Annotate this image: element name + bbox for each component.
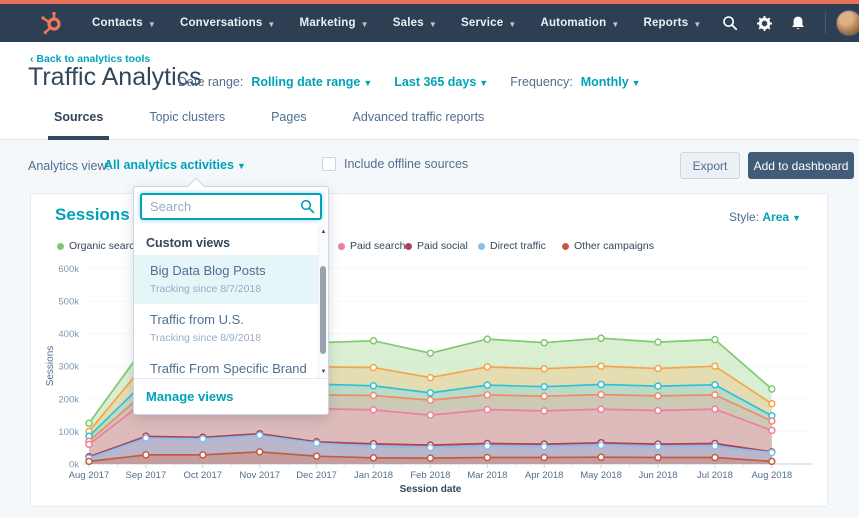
tab-advanced-traffic-reports[interactable]: Advanced traffic reports bbox=[347, 110, 491, 140]
svg-text:Jan 2018: Jan 2018 bbox=[354, 470, 393, 481]
svg-text:Nov 2017: Nov 2017 bbox=[239, 470, 280, 481]
scrollbar-thumb[interactable] bbox=[320, 266, 326, 354]
svg-text:400k: 400k bbox=[58, 329, 79, 340]
custom-views-header: Custom views bbox=[134, 226, 328, 255]
nav-item-service[interactable]: Service▼ bbox=[449, 17, 528, 29]
svg-text:100k: 100k bbox=[58, 427, 79, 438]
nav-item-reports[interactable]: Reports▼ bbox=[631, 17, 713, 29]
date-range-type-dropdown[interactable]: Rolling date range▼ bbox=[251, 75, 372, 89]
analytics-view-dropdown-trigger[interactable]: All analytics activities▼ bbox=[104, 158, 246, 172]
svg-text:Apr 2018: Apr 2018 bbox=[525, 470, 564, 481]
settings-gear-icon[interactable] bbox=[747, 4, 781, 42]
svg-text:Aug 2018: Aug 2018 bbox=[751, 470, 792, 481]
nav-item-automation[interactable]: Automation▼ bbox=[528, 17, 631, 29]
style-label: Style: bbox=[729, 210, 759, 224]
svg-text:Jul 2018: Jul 2018 bbox=[697, 470, 733, 481]
svg-text:May 2018: May 2018 bbox=[580, 470, 622, 481]
dropdown-scrollbar[interactable]: ▲ ▼ bbox=[318, 226, 328, 378]
svg-text:Aug 2017: Aug 2017 bbox=[69, 470, 110, 481]
offline-sources-label: Include offline sources bbox=[344, 157, 468, 171]
tab-bar: Sources Topic clusters Pages Advanced traff… bbox=[48, 110, 490, 140]
legend-item-other-campaigns[interactable]: Other campaigns bbox=[562, 240, 654, 252]
nav-item-marketing[interactable]: Marketing▼ bbox=[288, 17, 381, 29]
include-offline-sources[interactable]: Include offline sources bbox=[322, 157, 468, 171]
legend-item-direct-traffic[interactable]: Direct traffic bbox=[478, 240, 546, 252]
svg-text:0k: 0k bbox=[69, 460, 79, 471]
legend-dot-icon bbox=[478, 243, 485, 250]
nav-item-sales[interactable]: Sales▼ bbox=[381, 17, 449, 29]
top-navbar: Contacts▼Conversations▼Marketing▼Sales▼S… bbox=[0, 4, 859, 42]
search-icon bbox=[300, 199, 315, 214]
nav-divider bbox=[825, 12, 826, 34]
svg-text:500k: 500k bbox=[58, 297, 79, 308]
chevron-down-icon: ▼ bbox=[148, 20, 156, 29]
chevron-down-icon: ▼ bbox=[429, 20, 437, 29]
legend-item-organic-search[interactable]: Organic search bbox=[57, 240, 140, 252]
legend-dot-icon bbox=[405, 243, 412, 250]
tab-topic-clusters[interactable]: Topic clusters bbox=[143, 110, 231, 140]
page-header: ‹ Back to analytics tools Traffic Analyt… bbox=[0, 42, 859, 140]
tab-pages[interactable]: Pages bbox=[265, 110, 312, 140]
nav-item-contacts[interactable]: Contacts▼ bbox=[80, 17, 168, 29]
custom-views-list: Custom views Big Data Blog PostsTracking… bbox=[134, 226, 328, 378]
chevron-down-icon: ▼ bbox=[361, 20, 369, 29]
chart-style-control: Style: Area▼ bbox=[729, 210, 801, 224]
chevron-down-icon: ▼ bbox=[479, 78, 488, 88]
nav-menu: Contacts▼Conversations▼Marketing▼Sales▼S… bbox=[80, 17, 713, 29]
date-range-value-dropdown[interactable]: Last 365 days▼ bbox=[394, 75, 488, 89]
chevron-down-icon: ▼ bbox=[508, 20, 516, 29]
svg-text:Mar 2018: Mar 2018 bbox=[467, 470, 507, 481]
search-icon[interactable] bbox=[713, 4, 747, 42]
frequency-dropdown[interactable]: Monthly▼ bbox=[581, 75, 641, 89]
view-search-input[interactable] bbox=[140, 193, 322, 220]
dropdown-search bbox=[140, 193, 322, 220]
date-controls: Date range: Rolling date range▼ Last 365… bbox=[178, 75, 663, 89]
dropdown-pointer bbox=[188, 178, 205, 195]
x-axis-title: Session date bbox=[89, 484, 772, 495]
legend-dot-icon bbox=[57, 243, 64, 250]
legend-dot-icon bbox=[338, 243, 345, 250]
style-dropdown[interactable]: Area▼ bbox=[762, 210, 801, 224]
chevron-down-icon: ▼ bbox=[792, 213, 801, 223]
nav-right: biglytics.net ▼ bbox=[713, 4, 859, 42]
analytics-view-label: Analytics view: bbox=[28, 159, 110, 173]
svg-text:Feb 2018: Feb 2018 bbox=[410, 470, 450, 481]
chevron-down-icon: ▼ bbox=[237, 161, 246, 171]
legend-item-paid-search[interactable]: Paid search bbox=[338, 240, 405, 252]
user-avatar[interactable] bbox=[836, 10, 859, 36]
frequency-label: Frequency: bbox=[510, 75, 573, 89]
svg-text:300k: 300k bbox=[58, 362, 79, 373]
legend-item-paid-social[interactable]: Paid social bbox=[405, 240, 468, 252]
nav-item-conversations[interactable]: Conversations▼ bbox=[168, 17, 288, 29]
chevron-down-icon: ▼ bbox=[611, 20, 619, 29]
tab-sources[interactable]: Sources bbox=[48, 110, 109, 140]
chevron-down-icon: ▼ bbox=[632, 78, 641, 88]
svg-text:200k: 200k bbox=[58, 394, 79, 405]
svg-text:Jun 2018: Jun 2018 bbox=[638, 470, 677, 481]
page-title: Traffic Analytics bbox=[28, 63, 202, 92]
manage-views-link[interactable]: Manage views bbox=[134, 378, 328, 414]
scroll-down-icon[interactable]: ▼ bbox=[319, 369, 328, 375]
view-option-big-data-blog-posts[interactable]: Big Data Blog PostsTracking since 8/7/20… bbox=[134, 255, 328, 304]
chevron-down-icon: ▼ bbox=[267, 20, 275, 29]
metric-selector[interactable]: Sessions▼ bbox=[55, 205, 144, 225]
hubspot-logo-icon[interactable] bbox=[40, 11, 64, 35]
scroll-up-icon[interactable]: ▲ bbox=[319, 229, 328, 235]
svg-text:Oct 2017: Oct 2017 bbox=[184, 470, 223, 481]
analytics-view-dropdown-panel: Custom views Big Data Blog PostsTracking… bbox=[133, 186, 329, 415]
svg-text:Dec 2017: Dec 2017 bbox=[296, 470, 337, 481]
legend-dot-icon bbox=[562, 243, 569, 250]
chevron-down-icon: ▼ bbox=[693, 20, 701, 29]
date-range-label: Date range: bbox=[178, 75, 243, 89]
export-button[interactable]: Export bbox=[680, 152, 740, 179]
notifications-bell-icon[interactable] bbox=[781, 4, 815, 42]
add-to-dashboard-button[interactable]: Add to dashboard bbox=[748, 152, 854, 179]
offline-sources-checkbox[interactable] bbox=[322, 157, 336, 171]
view-option-traffic-from-specific-brand[interactable]: Traffic From Specific BrandTracking sinc… bbox=[134, 353, 328, 378]
svg-text:Sep 2017: Sep 2017 bbox=[126, 470, 167, 481]
svg-text:600k: 600k bbox=[58, 264, 79, 275]
svg-text:Sessions: Sessions bbox=[45, 346, 56, 387]
chevron-down-icon: ▼ bbox=[363, 78, 372, 88]
view-option-traffic-from-u-s-[interactable]: Traffic from U.S.Tracking since 8/9/2018 bbox=[134, 304, 328, 353]
